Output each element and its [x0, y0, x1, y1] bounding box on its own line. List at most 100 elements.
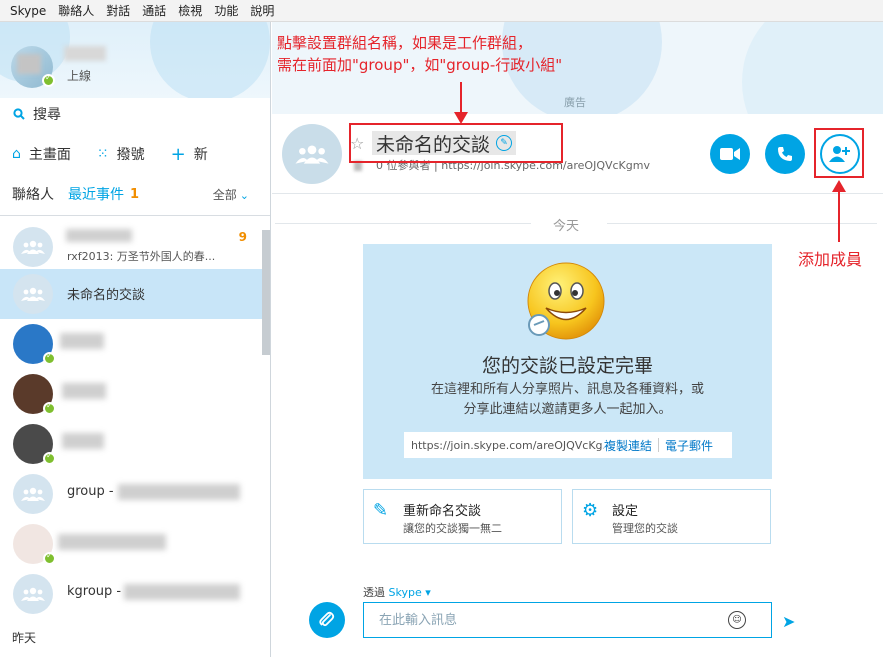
- list-item-selected[interactable]: 未命名的交談: [0, 269, 270, 319]
- unread-badge: 9: [238, 230, 247, 244]
- dialpad-icon: ⁙: [96, 146, 109, 162]
- decor-bubble: [150, 22, 270, 98]
- new-label: 新: [193, 147, 208, 163]
- online-status-icon: [43, 401, 56, 415]
- filter-label: 全部: [212, 187, 237, 202]
- rename-conversation-card[interactable]: ✎ 重新命名交談 讓您的交談獨一無二: [363, 489, 562, 544]
- search-label: 搜尋: [33, 107, 61, 123]
- chevron-down-icon: ⌄: [239, 188, 249, 202]
- copy-link-button[interactable]: 複製連結: [604, 437, 652, 454]
- sidebar-scrollbar[interactable]: [262, 230, 270, 355]
- menu-tools[interactable]: 功能: [208, 0, 244, 22]
- send-via: 透過 Skype ▾: [363, 584, 431, 600]
- new-button[interactable]: + 新: [171, 144, 208, 165]
- contact-name: group -: [67, 484, 114, 499]
- attach-button[interactable]: [309, 602, 345, 638]
- send-icon[interactable]: ➤: [782, 612, 795, 631]
- contact-avatar: [13, 424, 56, 465]
- gear-icon: ⚙: [582, 500, 599, 521]
- smiley-icon: [527, 262, 605, 340]
- section-yesterday: 昨天: [12, 631, 37, 645]
- annotation-add-member: 添加成員: [798, 250, 863, 269]
- audio-call-button[interactable]: [765, 134, 805, 174]
- welcome-body: 在這裡和所有人分享照片、訊息及各種資料，或 分享此連結以邀請更多人一起加入。: [393, 380, 742, 420]
- emoticon-icon[interactable]: ☺: [728, 611, 746, 629]
- group-icon: [21, 587, 45, 601]
- menu-call[interactable]: 通話: [136, 0, 172, 22]
- settings-subtitle: 管理您的交談: [612, 522, 678, 535]
- online-status-icon: [43, 451, 56, 465]
- welcome-line-2: 分享此連結以邀請更多人一起加入。: [463, 402, 672, 417]
- via-service: Skype: [388, 586, 422, 599]
- name-redacted: [118, 484, 240, 500]
- list-item[interactable]: [0, 319, 270, 369]
- annotation-line-1: 點擊設置群組名稱，如果是工作群組，: [277, 34, 533, 52]
- contact-avatar: [13, 374, 56, 415]
- decor-bubble: [742, 22, 883, 114]
- name-redacted: [62, 383, 106, 399]
- list-item[interactable]: [0, 519, 270, 569]
- name-redacted: [124, 584, 240, 600]
- annotation-line-2: 需在前面加"group"，如"group-行政小組": [277, 56, 563, 74]
- pencil-icon: ✎: [373, 500, 389, 521]
- group-icon: [295, 145, 329, 164]
- phone-icon: [778, 147, 792, 161]
- menu-conversations[interactable]: 對話: [100, 0, 136, 22]
- conversation-avatar[interactable]: [282, 124, 342, 184]
- group-icon: [21, 487, 45, 501]
- my-name-redacted: [64, 46, 106, 61]
- group-avatar: [13, 274, 53, 314]
- contact-avatar: [13, 324, 56, 365]
- conversation-pane: 廣告 ☆ 未命名的交談 ✎ 0 位參與者 | https://join.skyp…: [272, 22, 883, 657]
- annotation-box-add-member: [814, 128, 864, 178]
- video-camera-icon: [720, 148, 740, 160]
- rename-subtitle: 讓您的交談獨一無二: [403, 522, 502, 535]
- video-call-button[interactable]: [710, 134, 750, 174]
- menu-help[interactable]: 說明: [244, 0, 280, 22]
- paperclip-icon: [319, 611, 335, 627]
- date-separator: 今天: [272, 215, 883, 234]
- group-avatar: [13, 474, 53, 514]
- list-item[interactable]: rxf2013: 万圣节外国人的春... 9: [0, 222, 270, 272]
- via-service-dropdown[interactable]: Skype ▾: [389, 586, 431, 599]
- list-item[interactable]: [0, 369, 270, 419]
- filter-dropdown[interactable]: 全部 ⌄: [213, 186, 249, 203]
- menu-contacts[interactable]: 聯絡人: [52, 0, 100, 22]
- ad-label: 廣告: [564, 96, 586, 109]
- settings-card[interactable]: ⚙ 設定 管理您的交談: [572, 489, 771, 544]
- my-status[interactable]: 上線: [67, 67, 91, 84]
- group-icon: [21, 240, 45, 254]
- menu-skype[interactable]: Skype: [4, 0, 52, 22]
- settings-title: 設定: [612, 504, 639, 519]
- dialpad-button[interactable]: ⁙ 撥號: [97, 144, 145, 164]
- contact-avatar: [13, 524, 56, 565]
- join-link-box: https://join.skype.com/areOJQVcKg... 複製連…: [404, 432, 732, 458]
- annotation-arrow: [838, 190, 840, 242]
- home-button[interactable]: ⌂ 主畫面: [12, 144, 71, 164]
- message-input[interactable]: [363, 602, 772, 638]
- join-link[interactable]: https://join.skype.com/areOJQVcKg...: [404, 439, 604, 452]
- menu-view[interactable]: 檢視: [172, 0, 208, 22]
- last-message: rxf2013: 万圣节外国人的春...: [67, 250, 216, 263]
- search-row[interactable]: 搜尋: [0, 102, 270, 126]
- search-icon: [13, 108, 25, 120]
- rename-title: 重新命名交談: [403, 504, 482, 519]
- menu-bar: Skype 聯絡人 對話 通話 檢視 功能 說明: [0, 0, 883, 22]
- dialpad-label: 撥號: [116, 147, 145, 163]
- list-item[interactable]: kgroup -: [0, 569, 270, 619]
- tab-recent[interactable]: 最近事件: [68, 184, 124, 204]
- sidebar-nav: ⌂ 主畫面 ⁙ 撥號 + 新: [0, 142, 270, 166]
- via-label: 透過: [363, 586, 385, 599]
- online-status-icon: [43, 351, 56, 365]
- online-status-icon: [42, 73, 55, 87]
- group-avatar: [13, 574, 53, 614]
- tab-contacts[interactable]: 聯絡人: [12, 184, 54, 204]
- contact-name: kgroup -: [67, 584, 122, 599]
- list-item[interactable]: [0, 419, 270, 469]
- list-item[interactable]: group -: [0, 469, 270, 519]
- home-icon: ⌂: [12, 146, 21, 162]
- divider: [0, 215, 270, 216]
- annotation-rename-hint: 點擊設置群組名稱，如果是工作群組， 需在前面加"group"，如"group-行…: [277, 32, 562, 76]
- group-icon: [21, 287, 45, 301]
- email-button[interactable]: 電子郵件: [665, 437, 713, 454]
